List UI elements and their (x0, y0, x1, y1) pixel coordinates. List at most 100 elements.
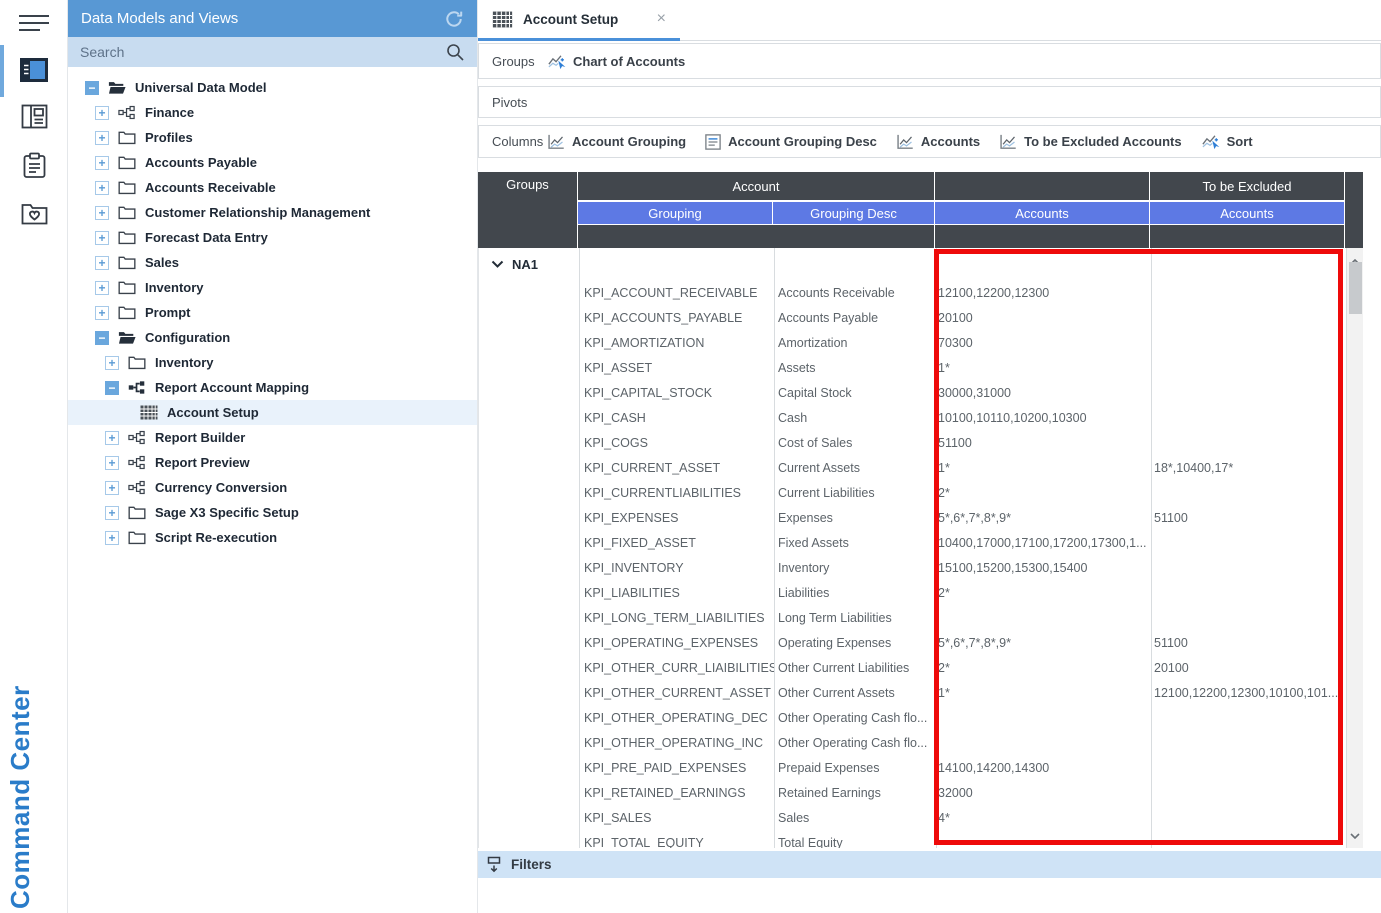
chip-chart-of-accounts[interactable]: Chart of Accounts (547, 53, 685, 70)
table-row-kpi-other-current-asset[interactable]: KPI_OTHER_CURRENT_ASSETOther Current Ass… (479, 680, 1363, 705)
grouping-cell[interactable]: KPI_CASH (579, 411, 774, 425)
table-row-kpi-other-operating-dec[interactable]: KPI_OTHER_OPERATING_DECOther Operating C… (479, 705, 1363, 730)
accounts-cell[interactable]: 70300 (936, 336, 1151, 350)
table-row-kpi-operating-expenses[interactable]: KPI_OPERATING_EXPENSESOperating Expenses… (479, 630, 1363, 655)
scrollbar-thumb[interactable] (1349, 262, 1362, 314)
tree-item-sales[interactable]: +Sales (68, 250, 477, 275)
excluded-accounts-cell[interactable]: 18*,10400,17* (1151, 461, 1346, 475)
grouping-cell[interactable]: KPI_LIABILITIES (579, 586, 774, 600)
grouping-desc-cell[interactable]: Long Term Liabilities (774, 611, 936, 625)
header-grouping[interactable]: Grouping (578, 200, 773, 225)
grouping-cell[interactable]: KPI_AMORTIZATION (579, 336, 774, 350)
excluded-accounts-cell[interactable]: 51100 (1151, 636, 1346, 650)
table-row-kpi-expenses[interactable]: KPI_EXPENSESExpenses5*,6*,7*,8*,9*51100 (479, 505, 1363, 530)
expand-toggle-icon[interactable]: + (95, 181, 109, 195)
rail-item-clipboard[interactable] (0, 152, 68, 179)
grouping-desc-cell[interactable]: Current Assets (774, 461, 936, 475)
accounts-cell[interactable]: 2* (936, 486, 1151, 500)
expand-toggle-icon[interactable]: + (105, 456, 119, 470)
grouping-desc-cell[interactable]: Current Liabilities (774, 486, 936, 500)
pivots-row[interactable]: Pivots (478, 86, 1381, 118)
grouping-cell[interactable]: KPI_RETAINED_EARNINGS (579, 786, 774, 800)
group-row-na1[interactable]: NA1 (479, 248, 1363, 280)
tree-item-script-re-execution[interactable]: +Script Re-execution (68, 525, 477, 550)
accounts-cell[interactable]: 2* (936, 586, 1151, 600)
grouping-desc-cell[interactable]: Fixed Assets (774, 536, 936, 550)
grouping-cell[interactable]: KPI_TOTAL_EQUITY (579, 836, 774, 849)
grouping-cell[interactable]: KPI_INVENTORY (579, 561, 774, 575)
grouping-cell[interactable]: KPI_OTHER_OPERATING_INC (579, 736, 774, 750)
accounts-cell[interactable]: 5*,6*,7*,8*,9* (936, 636, 1151, 650)
accounts-cell[interactable]: 10400,17000,17100,17200,17300,1... (936, 536, 1151, 550)
header-excluded-span[interactable]: To be Excluded (1150, 172, 1345, 200)
chip-account-grouping-desc[interactable]: Account Grouping Desc (705, 134, 877, 150)
grouping-cell[interactable]: KPI_ACCOUNT_RECEIVABLE (579, 286, 774, 300)
vertical-scrollbar[interactable] (1347, 248, 1363, 848)
table-row-kpi-asset[interactable]: KPI_ASSETAssets1* (479, 355, 1363, 380)
groups-row[interactable]: Groups Chart of Accounts (478, 43, 1381, 79)
grouping-cell[interactable]: KPI_CAPITAL_STOCK (579, 386, 774, 400)
tree-item-configuration[interactable]: −Configuration (68, 325, 477, 350)
expand-toggle-icon[interactable]: + (105, 481, 119, 495)
accounts-cell[interactable]: 10100,10110,10200,10300 (936, 411, 1151, 425)
tree-item-report-preview[interactable]: +Report Preview (68, 450, 477, 475)
table-row-kpi-pre-paid-expenses[interactable]: KPI_PRE_PAID_EXPENSESPrepaid Expenses141… (479, 755, 1363, 780)
table-row-kpi-current-asset[interactable]: KPI_CURRENT_ASSETCurrent Assets1*18*,104… (479, 455, 1363, 480)
expand-toggle-icon[interactable]: + (95, 231, 109, 245)
table-row-kpi-cogs[interactable]: KPI_COGSCost of Sales51100 (479, 430, 1363, 455)
grouping-cell[interactable]: KPI_PRE_PAID_EXPENSES (579, 761, 774, 775)
grouping-desc-cell[interactable]: Cash (774, 411, 936, 425)
chip-to-be-excluded-accounts[interactable]: To be Excluded Accounts (999, 134, 1181, 150)
accounts-cell[interactable]: 4* (936, 811, 1151, 825)
grouping-cell[interactable]: KPI_EXPENSES (579, 511, 774, 525)
accounts-cell[interactable]: 30000,31000 (936, 386, 1151, 400)
grouping-desc-cell[interactable]: Total Equity (774, 836, 936, 849)
chevron-down-icon[interactable] (491, 260, 504, 269)
expand-toggle-icon[interactable]: + (105, 356, 119, 370)
chip-sort[interactable]: Sort (1201, 133, 1253, 150)
table-row-kpi-sales[interactable]: KPI_SALESSales4* (479, 805, 1363, 830)
grouping-cell[interactable]: KPI_OPERATING_EXPENSES (579, 636, 774, 650)
tree-item-profiles[interactable]: +Profiles (68, 125, 477, 150)
grouping-desc-cell[interactable]: Expenses (774, 511, 936, 525)
expand-toggle-icon[interactable]: + (105, 531, 119, 545)
table-row-kpi-account-receivable[interactable]: KPI_ACCOUNT_RECEIVABLEAccounts Receivabl… (479, 280, 1363, 305)
tree-item-report-builder[interactable]: +Report Builder (68, 425, 477, 450)
excluded-accounts-cell[interactable]: 12100,12200,12300,10100,101... (1151, 686, 1346, 700)
grouping-cell[interactable]: KPI_FIXED_ASSET (579, 536, 774, 550)
table-row-kpi-long-term-liabilities[interactable]: KPI_LONG_TERM_LIABILITIESLong Term Liabi… (479, 605, 1363, 630)
grouping-cell[interactable]: KPI_ACCOUNTS_PAYABLE (579, 311, 774, 325)
grouping-cell[interactable]: KPI_OTHER_OPERATING_DEC (579, 711, 774, 725)
grouping-cell[interactable]: KPI_LONG_TERM_LIABILITIES (579, 611, 774, 625)
header-accounts[interactable]: Accounts (935, 200, 1150, 225)
grouping-cell[interactable]: KPI_OTHER_CURRENT_ASSET (579, 686, 774, 700)
collapse-toggle-icon[interactable]: − (95, 331, 109, 345)
grouping-cell[interactable]: KPI_CURRENTLIABILITIES (579, 486, 774, 500)
accounts-cell[interactable]: 51100 (936, 436, 1151, 450)
accounts-cell[interactable]: 12100,12200,12300 (936, 286, 1151, 300)
collapse-toggle-icon[interactable]: − (85, 81, 99, 95)
grouping-desc-cell[interactable]: Other Operating Cash flo... (774, 711, 936, 725)
accounts-cell[interactable]: 5*,6*,7*,8*,9* (936, 511, 1151, 525)
grouping-desc-cell[interactable]: Cost of Sales (774, 436, 936, 450)
grouping-cell[interactable]: KPI_SALES (579, 811, 774, 825)
excluded-accounts-cell[interactable]: 51100 (1151, 511, 1346, 525)
chip-account-grouping[interactable]: Account Grouping (547, 134, 686, 150)
grouping-desc-cell[interactable]: Amortization (774, 336, 936, 350)
grouping-desc-cell[interactable]: Other Operating Cash flo... (774, 736, 936, 750)
rail-item-report-layout[interactable] (0, 104, 68, 129)
grouping-desc-cell[interactable]: Other Current Liabilities (774, 661, 936, 675)
grouping-cell[interactable]: KPI_OTHER_CURR_LIAIBILITIES (579, 661, 774, 675)
table-row-kpi-capital-stock[interactable]: KPI_CAPITAL_STOCKCapital Stock30000,3100… (479, 380, 1363, 405)
tab-close-icon[interactable]: × (657, 11, 666, 27)
table-row-kpi-amortization[interactable]: KPI_AMORTIZATIONAmortization70300 (479, 330, 1363, 355)
grouping-desc-cell[interactable]: Liabilities (774, 586, 936, 600)
tree-item-universal-data-model[interactable]: −Universal Data Model (68, 75, 477, 100)
grouping-cell[interactable]: KPI_ASSET (579, 361, 774, 375)
grouping-desc-cell[interactable]: Sales (774, 811, 936, 825)
tree-item-inventory[interactable]: +Inventory (68, 275, 477, 300)
expand-toggle-icon[interactable]: + (95, 131, 109, 145)
tree-item-customer-relationship-management[interactable]: +Customer Relationship Management (68, 200, 477, 225)
accounts-cell[interactable]: 1* (936, 686, 1151, 700)
grouping-desc-cell[interactable]: Accounts Payable (774, 311, 936, 325)
